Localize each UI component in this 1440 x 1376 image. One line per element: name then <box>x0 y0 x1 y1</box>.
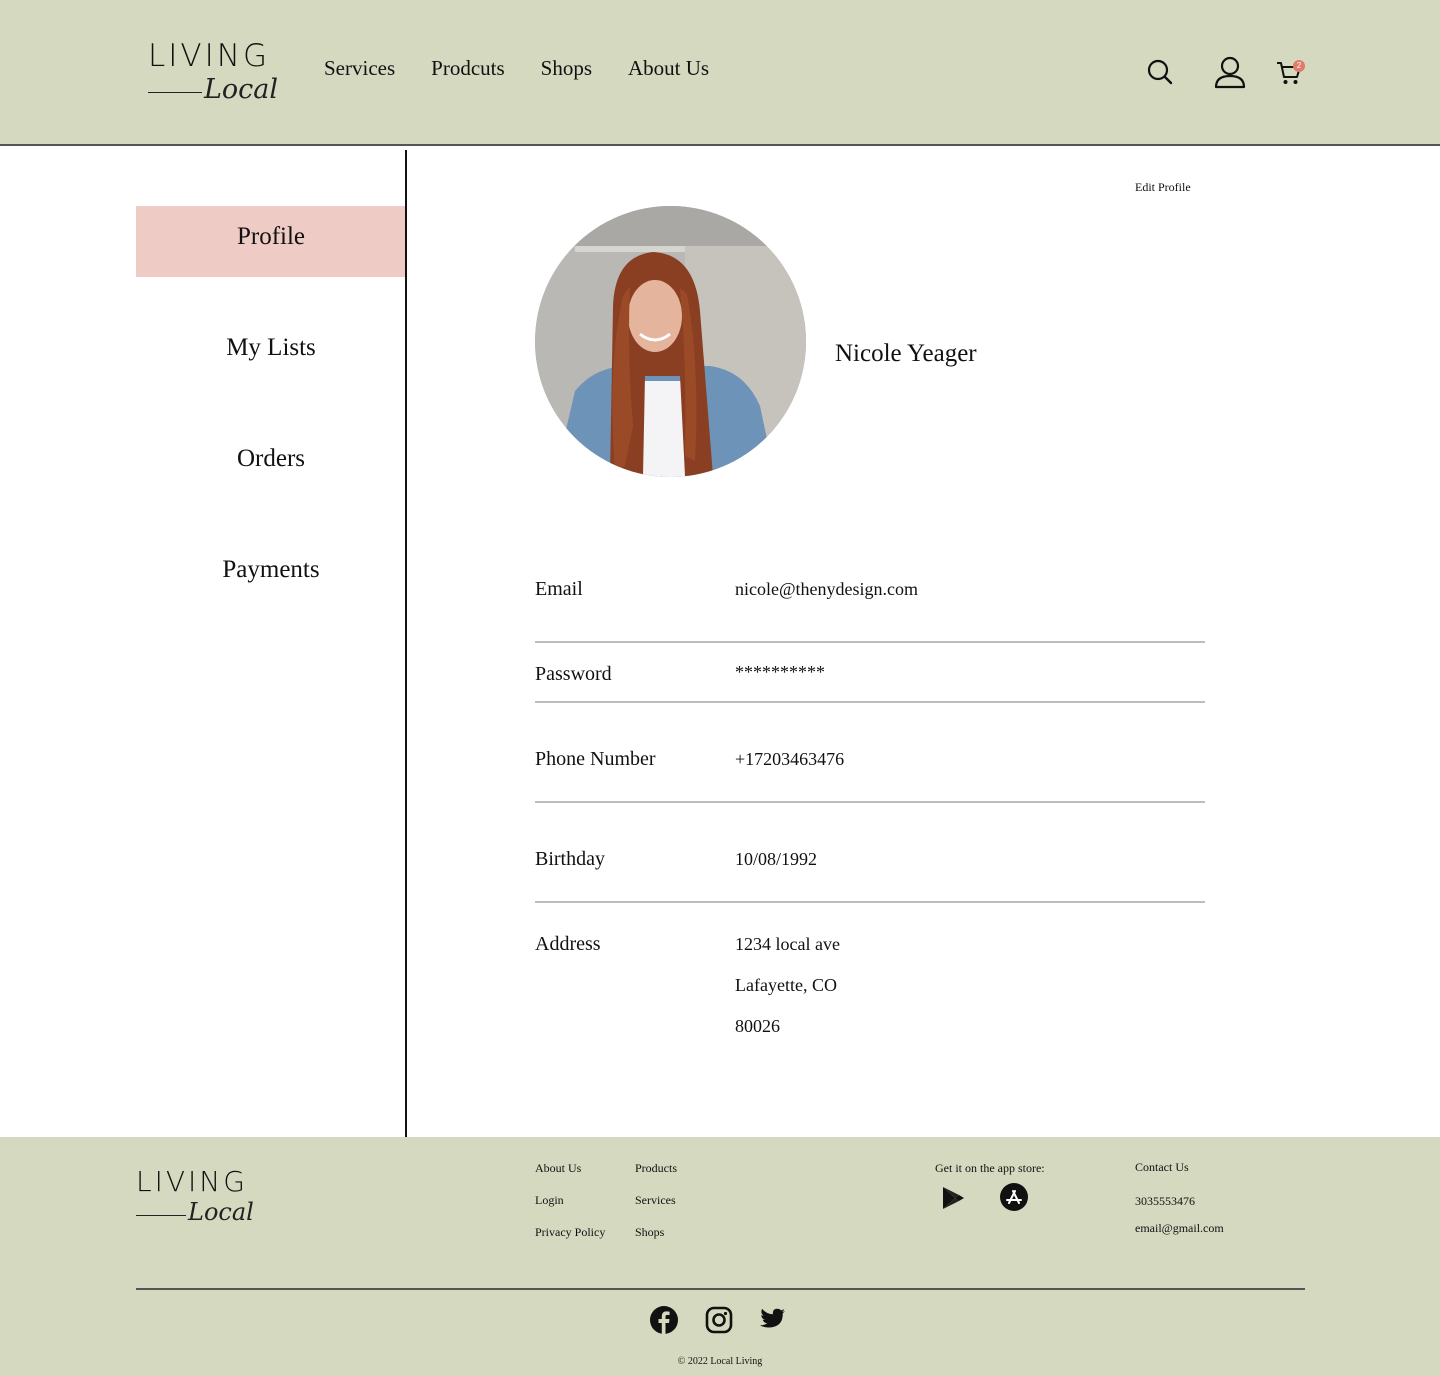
contact-phone[interactable]: 3035553476 <box>1135 1194 1195 1209</box>
search-icon[interactable] <box>1146 58 1174 86</box>
logo-word: LIVING <box>136 1165 248 1198</box>
phone-label: Phone Number <box>535 748 656 770</box>
logo-word: LIVING <box>148 38 270 74</box>
footer-link-privacy-policy[interactable]: Privacy Policy <box>535 1225 605 1240</box>
address-label: Address <box>535 933 601 955</box>
nav-shops[interactable]: Shops <box>541 56 592 81</box>
email-label: Email <box>535 578 583 600</box>
phone-value: +17203463476 <box>735 749 845 769</box>
copyright-icon: © <box>677 1356 686 1367</box>
contact-email[interactable]: email@gmail.com <box>1135 1221 1224 1236</box>
user-icon[interactable] <box>1214 56 1246 89</box>
sidebar-item-payments[interactable]: Payments <box>136 539 406 610</box>
cart-count-badge: 2 <box>1293 60 1305 72</box>
field-divider <box>535 701 1205 703</box>
address-line1: 1234 local ave <box>735 934 840 954</box>
nav-products[interactable]: Prodcuts <box>431 56 505 81</box>
logo-rule <box>136 1215 186 1216</box>
instagram-icon[interactable] <box>705 1306 733 1334</box>
password-value: ********** <box>735 662 825 682</box>
birthday-label: Birthday <box>535 848 605 870</box>
email-value: nicole@thenydesign.com <box>735 579 919 599</box>
footer-link-about-us[interactable]: About Us <box>535 1161 581 1176</box>
address-line3: 80026 <box>735 1016 780 1036</box>
password-label: Password <box>535 663 612 685</box>
copyright: © 2022 Local Living <box>0 1356 1440 1367</box>
facebook-icon[interactable] <box>650 1306 678 1334</box>
main-nav: Services Prodcuts Shops About Us <box>324 56 709 81</box>
field-divider <box>535 801 1205 803</box>
profile-name: Nicole Yeager <box>835 340 977 367</box>
account-sidebar: Profile My Lists Orders Payments <box>136 206 406 650</box>
profile-avatar <box>535 206 806 477</box>
google-play-icon[interactable] <box>940 1185 966 1211</box>
footer-divider <box>136 1288 1305 1290</box>
footer-link-shops[interactable]: Shops <box>635 1225 664 1240</box>
contact-title: Contact Us <box>1135 1160 1189 1174</box>
edit-profile-link[interactable]: Edit Profile <box>1135 180 1191 195</box>
brand-logo[interactable]: LIVING Local <box>148 38 278 108</box>
logo-rule <box>148 92 202 93</box>
app-store-icon[interactable] <box>999 1182 1029 1212</box>
birthday-value: 10/08/1992 <box>735 849 818 869</box>
sidebar-divider <box>405 150 407 1137</box>
nav-services[interactable]: Services <box>324 56 395 81</box>
nav-about-us[interactable]: About Us <box>628 56 709 81</box>
field-divider <box>535 641 1205 643</box>
twitter-icon[interactable] <box>760 1308 786 1330</box>
avatar-photo <box>535 206 806 477</box>
sidebar-item-my-lists[interactable]: My Lists <box>136 317 406 388</box>
sidebar-item-orders[interactable]: Orders <box>136 428 406 499</box>
address-line2: Lafayette, CO <box>735 975 837 995</box>
logo-script: Local <box>204 74 279 105</box>
footer-link-products[interactable]: Products <box>635 1161 677 1176</box>
footer-logo[interactable]: LIVING Local <box>136 1165 256 1229</box>
sidebar-item-profile[interactable]: Profile <box>136 206 406 277</box>
field-divider <box>535 901 1205 903</box>
site-header: LIVING Local Services Prodcuts Shops Abo… <box>0 0 1440 146</box>
logo-script: Local <box>188 1198 254 1226</box>
copyright-text: 2022 Local Living <box>687 1356 763 1367</box>
footer-link-services[interactable]: Services <box>635 1193 676 1208</box>
footer-link-login[interactable]: Login <box>535 1193 564 1208</box>
app-store-label: Get it on the app store: <box>935 1161 1045 1175</box>
site-footer: LIVING Local About Us Login Privacy Poli… <box>0 1137 1440 1376</box>
